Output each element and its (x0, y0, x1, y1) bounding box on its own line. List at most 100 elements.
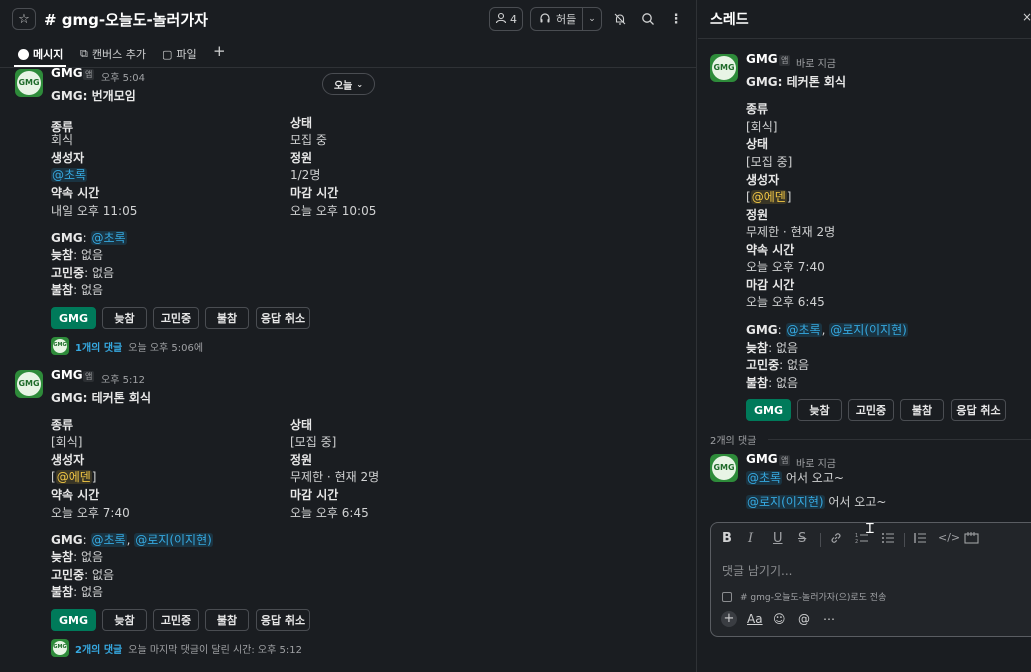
sender-name[interactable]: GMG (51, 368, 83, 382)
sender-name[interactable]: GMG (746, 52, 778, 66)
mention-icon[interactable]: @ (798, 612, 810, 626)
late-button[interactable]: 늦참 (797, 399, 842, 421)
code-block-icon[interactable] (964, 531, 979, 549)
response-label: 불참 (746, 376, 769, 390)
also-send-option[interactable]: # gmg-오늘도-놀러가자(으)로도 전송 (722, 590, 886, 603)
cancel-response-button[interactable]: 응답 취소 (256, 609, 310, 631)
tab-add-canvas[interactable]: ⧉ 캔버스 추가 (80, 46, 146, 62)
gmg-button[interactable]: GMG (746, 399, 791, 421)
response-value: 없음 (786, 358, 810, 372)
thread-link[interactable]: 2개의 댓글 (75, 641, 122, 656)
chevron-down-icon[interactable]: ⌄ (583, 14, 601, 24)
channel-title[interactable]: # gmg-오늘도-놀러가자 (44, 9, 208, 30)
message-time[interactable]: 바로 지금 (796, 55, 836, 70)
app-badge: 앱 (83, 69, 95, 80)
more-horizontal-icon[interactable]: ⋯ (823, 612, 835, 626)
person-icon (495, 12, 507, 27)
avatar[interactable]: GMG (710, 454, 738, 482)
response-value: 없음 (775, 341, 799, 355)
star-icon[interactable]: ☆ (12, 8, 36, 30)
tab-label: 메시지 (33, 48, 64, 61)
cancel-response-button[interactable]: 응답 취소 (256, 307, 310, 329)
field-label: 마감 시간 (746, 278, 795, 292)
maybe-button[interactable]: 고민중 (848, 399, 894, 421)
search-icon[interactable] (636, 7, 660, 31)
field-label: 종류 (746, 102, 769, 116)
date-divider-button[interactable]: 오늘 ⌄ (322, 73, 375, 95)
strikethrough-icon[interactable]: S (798, 531, 806, 546)
code-icon[interactable]: </> (938, 531, 960, 544)
message-time[interactable]: 바로 지금 (796, 455, 836, 470)
maybe-button[interactable]: 고민중 (153, 609, 199, 631)
sender-name[interactable]: GMG (51, 66, 83, 80)
decline-button[interactable]: 불참 (205, 609, 249, 631)
underline-icon[interactable]: U (773, 531, 783, 546)
field-label: 생성자 (51, 151, 85, 165)
blockquote-icon[interactable] (913, 531, 927, 549)
field-value: 오늘 오후 10:05 (290, 204, 377, 218)
reply-composer[interactable]: B I U S 12 </> 댓글 남기기... # gmg-오늘도-놀러가자(… (710, 522, 1031, 637)
sender-name[interactable]: GMG (746, 452, 778, 466)
cancel-response-button[interactable]: 응답 취소 (951, 399, 1006, 421)
reply-input[interactable]: 댓글 남기기... (722, 562, 792, 579)
also-send-checkbox[interactable] (722, 591, 732, 602)
response-label: 고민중 (51, 266, 85, 280)
add-tab-icon[interactable]: + (213, 42, 226, 60)
response-label: 늦참 (746, 341, 769, 355)
close-icon[interactable]: × (1022, 10, 1031, 24)
bullet-list-icon[interactable] (881, 531, 895, 549)
late-button[interactable]: 늦참 (102, 609, 147, 631)
user-mention[interactable]: @초록 (746, 471, 783, 485)
members-button[interactable]: 4 (489, 7, 523, 31)
field-value: 1/2명 (290, 168, 321, 182)
more-vertical-icon[interactable]: ⋮ (664, 7, 688, 31)
user-mention[interactable]: @에덴 (750, 190, 787, 204)
decline-button[interactable]: 불참 (900, 399, 944, 421)
gmg-button[interactable]: GMG (51, 609, 96, 631)
field-value: 내일 오후 11:05 (51, 204, 138, 218)
italic-icon[interactable]: I (748, 531, 753, 546)
user-mention[interactable]: @로지(이지현) (746, 495, 825, 509)
avatar[interactable]: GMG (710, 54, 738, 82)
divider (820, 533, 821, 547)
channel-pane: ☆ # gmg-오늘도-놀러가자 4 허들 ⌄ ⋮ 메시지 ⧉ 캔버스 추가 ▢… (0, 0, 697, 672)
response-value: 없음 (91, 266, 115, 280)
late-button[interactable]: 늦참 (102, 307, 147, 329)
gmg-button[interactable]: GMG (51, 307, 96, 329)
thread-summary[interactable]: GMG 2개의 댓글 오늘 마지막 댓글이 달린 시간: 오후 5:12 (51, 639, 302, 657)
link-icon[interactable] (829, 531, 843, 549)
bold-icon[interactable]: B (722, 531, 732, 546)
field-label: 약속 시간 (51, 186, 100, 200)
user-mention[interactable]: @초록 (90, 533, 127, 547)
plus-icon[interactable]: + (721, 611, 737, 627)
response-value: 없음 (775, 376, 799, 390)
field-value: 오늘 오후 7:40 (51, 506, 130, 520)
field-value: 무제한 · 현재 2명 (746, 225, 836, 239)
bell-off-icon[interactable] (608, 7, 632, 31)
tab-files[interactable]: ▢ 파일 (162, 46, 197, 62)
thread-summary[interactable]: GMG 1개의 댓글 오늘 오후 5:06에 (51, 337, 203, 355)
bracket: ] (91, 470, 97, 484)
response-label: 늦참 (51, 550, 74, 564)
tab-messages[interactable]: 메시지 (18, 46, 63, 62)
user-mention[interactable]: @로지(이지현) (134, 533, 213, 547)
message-time[interactable]: 오후 5:04 (101, 69, 145, 84)
huddle-button[interactable]: 허들 ⌄ (530, 7, 602, 31)
user-mention[interactable]: @초록 (785, 323, 822, 337)
emoji-icon[interactable]: ☺ (773, 612, 786, 626)
reply-text: 어서 오고~ (824, 495, 887, 509)
maybe-button[interactable]: 고민중 (153, 307, 199, 329)
user-mention[interactable]: @에덴 (55, 470, 92, 484)
avatar[interactable]: GMG (15, 69, 43, 97)
decline-button[interactable]: 불참 (205, 307, 249, 329)
user-mention[interactable]: @초록 (51, 168, 88, 182)
thread-link[interactable]: 1개의 댓글 (75, 339, 122, 354)
canvas-icon: ⧉ (80, 47, 88, 60)
message-time[interactable]: 오후 5:12 (101, 371, 145, 386)
avatar[interactable]: GMG (15, 370, 43, 398)
user-mention[interactable]: @초록 (90, 231, 127, 245)
channel-tabs: 메시지 ⧉ 캔버스 추가 ▢ 파일 + (0, 38, 696, 68)
formatting-icon[interactable]: Aa (747, 612, 763, 626)
user-mention[interactable]: @로지(이지현) (829, 323, 908, 337)
svg-text:2: 2 (855, 539, 858, 545)
